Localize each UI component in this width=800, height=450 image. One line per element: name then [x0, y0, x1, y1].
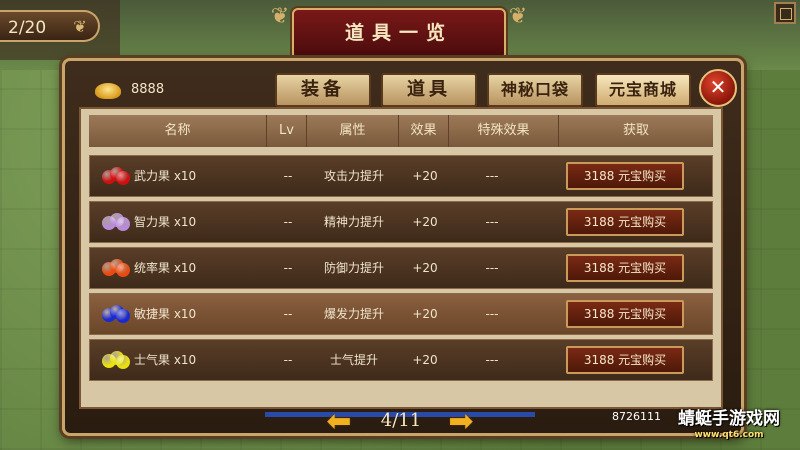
fruit-icon: [102, 349, 130, 371]
item-level: --: [283, 353, 293, 367]
item-table: 名称 Lv 属性 效果 特殊效果 获取 武力果 x10 -- 攻击力提升 +20…: [79, 107, 723, 409]
fruit-icon: [102, 303, 130, 325]
item-effect: +20: [412, 261, 438, 275]
gold-amount: 8888: [131, 82, 165, 97]
window-title-banner: 道具一览: [292, 8, 506, 60]
buy-button[interactable]: 3188 元宝购买: [566, 254, 684, 282]
item-attribute: 攻击力提升: [323, 169, 384, 183]
player-id: 8726111: [612, 410, 661, 423]
table-row[interactable]: 武力果 x10 -- 攻击力提升 +20 --- 3188 元宝购买: [89, 155, 713, 197]
item-name: 统率果 x10: [134, 261, 197, 275]
item-name: 士气果 x10: [134, 353, 197, 367]
item-name: 武力果 x10: [134, 169, 197, 183]
tab-ingot-shop[interactable]: 元宝商城: [595, 73, 691, 107]
buy-button[interactable]: 3188 元宝购买: [566, 300, 684, 328]
item-level: --: [283, 307, 293, 321]
item-attribute: 防御力提升: [323, 261, 384, 275]
site-watermark: 蜻蜓手游戏网 www.qt6.com: [664, 408, 794, 446]
item-name: 敏捷果 x10: [134, 307, 197, 321]
item-special: ---: [485, 169, 499, 183]
item-special: ---: [485, 353, 499, 367]
table-row[interactable]: 智力果 x10 -- 精神力提升 +20 --- 3188 元宝购买: [89, 201, 713, 243]
close-button[interactable]: ✕: [699, 69, 737, 107]
item-attribute: 士气提升: [329, 353, 378, 367]
gold-ingot-icon: [95, 83, 121, 99]
watermark-sub: www.qt6.com: [694, 430, 764, 440]
corner-menu-button[interactable]: [774, 2, 796, 24]
item-level: --: [283, 261, 293, 275]
watermark-main: 蜻蜓手游戏网: [678, 409, 780, 429]
dragon-ornament-icon: ❦: [73, 17, 87, 36]
item-level: --: [283, 169, 293, 183]
item-attribute: 爆发力提升: [323, 307, 384, 321]
table-header: 名称 Lv 属性 效果 特殊效果 获取: [89, 115, 713, 147]
page-indicator: 4/11: [380, 410, 422, 431]
item-list-panel: 8888 装备 道具 神秘口袋 元宝商城 ✕ 名称 Lv 属性 效果 特殊效果 …: [62, 58, 744, 436]
item-name: 智力果 x10: [134, 215, 197, 229]
table-row[interactable]: 敏捷果 x10 -- 爆发力提升 +20 --- 3188 元宝购买: [89, 293, 713, 335]
item-attribute: 精神力提升: [323, 215, 384, 229]
fruit-icon: [102, 211, 130, 233]
tab-mystery-bag[interactable]: 神秘口袋: [487, 73, 583, 107]
fruit-icon: [102, 165, 130, 187]
item-effect: +20: [412, 353, 438, 367]
page-counter-text: 2/20: [8, 18, 47, 38]
item-level: --: [283, 215, 293, 229]
header-lv: Lv: [267, 115, 307, 147]
buy-button[interactable]: 3188 元宝购买: [566, 162, 684, 190]
item-special: ---: [485, 307, 499, 321]
item-special: ---: [485, 261, 499, 275]
arrow-left-icon[interactable]: ⬅: [320, 407, 358, 437]
item-effect: +20: [412, 215, 438, 229]
arrow-right-icon[interactable]: ➡: [442, 407, 480, 437]
fruit-icon: [102, 257, 130, 279]
buy-button[interactable]: 3188 元宝购买: [566, 208, 684, 236]
tab-items[interactable]: 道具: [381, 73, 477, 107]
tab-equipment[interactable]: 装备: [275, 73, 371, 107]
buy-button[interactable]: 3188 元宝购买: [566, 346, 684, 374]
header-obtain: 获取: [622, 123, 649, 138]
header-attribute: 属性: [307, 115, 399, 147]
header-effect: 效果: [399, 115, 449, 147]
page-counter-badge: 2/20 ❦: [0, 10, 100, 42]
table-row[interactable]: 士气果 x10 -- 士气提升 +20 --- 3188 元宝购买: [89, 339, 713, 381]
item-effect: +20: [412, 307, 438, 321]
item-special: ---: [485, 215, 499, 229]
table-row[interactable]: 统率果 x10 -- 防御力提升 +20 --- 3188 元宝购买: [89, 247, 713, 289]
header-name: 名称: [89, 115, 267, 147]
pagination: ⬅ 4/11 ➡: [320, 404, 480, 440]
item-effect: +20: [412, 169, 438, 183]
window-title: 道具一览: [344, 22, 453, 44]
header-special-effect: 特殊效果: [449, 115, 559, 147]
